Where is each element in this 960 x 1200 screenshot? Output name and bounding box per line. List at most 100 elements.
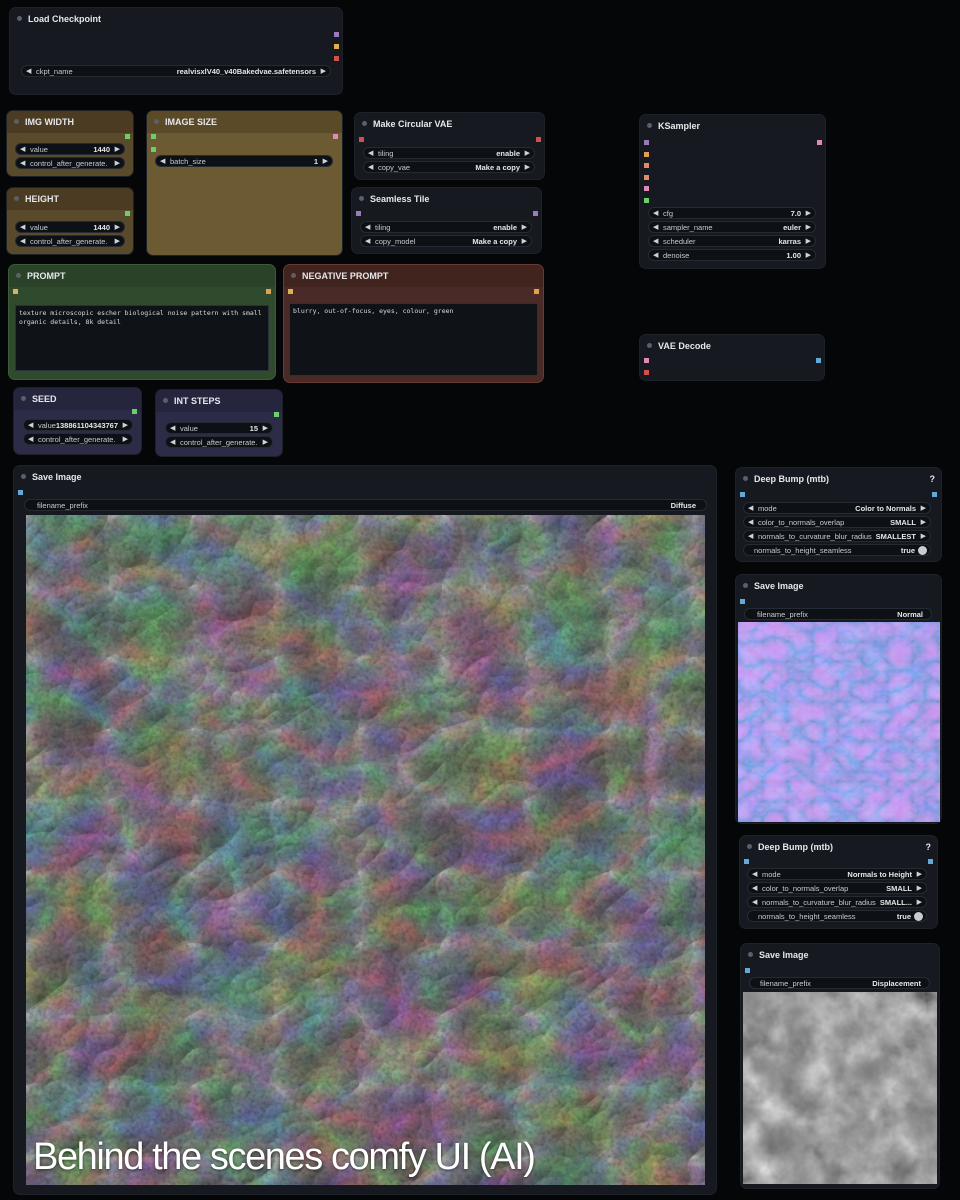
input-latent-dot[interactable] (644, 186, 649, 191)
arrow-right-icon[interactable]: ▶ (917, 883, 922, 895)
filename-prefix-widget[interactable]: filename_prefix Normal (744, 608, 932, 620)
arrow-right-icon[interactable]: ▶ (123, 434, 128, 446)
color-to-normals-overlap-widget[interactable]: ◀ color_to_normals_overlap SMALL ▶ (747, 882, 927, 894)
input-images-dot[interactable] (18, 490, 23, 495)
seed-node[interactable]: SEED ◀ value 138861104343767 ▶ ◀ control… (14, 388, 141, 454)
control-after-generate-widget[interactable]: ◀ control_after_generate. ▶ (23, 433, 133, 445)
arrow-right-icon[interactable]: ▶ (921, 517, 926, 529)
arrow-right-icon[interactable]: ▶ (806, 208, 811, 220)
arrow-right-icon[interactable]: ▶ (917, 897, 922, 909)
arrow-right-icon[interactable]: ▶ (921, 503, 926, 515)
arrow-right-icon[interactable]: ▶ (115, 144, 120, 156)
value-widget[interactable]: ◀ value 138861104343767 ▶ (23, 419, 133, 431)
arrow-right-icon[interactable]: ▶ (806, 250, 811, 262)
value-widget[interactable]: ◀ value 1440 ▶ (15, 143, 125, 155)
output-model-dot[interactable] (533, 211, 538, 216)
toggle-knob-icon[interactable] (914, 912, 923, 921)
negative-prompt-textarea[interactable]: blurry, out-of-focus, eyes, colour, gree… (289, 303, 538, 376)
input-image-dot[interactable] (744, 859, 749, 864)
output-image-dot[interactable] (932, 492, 937, 497)
normals-to-curvature-blur-radius-widget[interactable]: ◀ normals_to_curvature_blur_radius SMALL… (747, 896, 927, 908)
value-widget[interactable]: ◀ value 15 ▶ (165, 422, 273, 434)
arrow-right-icon[interactable]: ▶ (917, 869, 922, 881)
output-conditioning-dot[interactable] (266, 289, 271, 294)
deep-bump-node-1[interactable]: Deep Bump (mtb)? ◀ mode Color to Normals… (736, 468, 941, 561)
input-height-dot[interactable] (151, 147, 156, 152)
height-node[interactable]: HEIGHT ◀ value 1440 ▶ ◀ control_after_ge… (7, 188, 133, 254)
arrow-right-icon[interactable]: ▶ (806, 222, 811, 234)
cfg-widget[interactable]: ◀ cfg 7.0 ▶ (648, 207, 816, 219)
output-vae-dot[interactable] (536, 137, 541, 142)
load-checkpoint-node[interactable]: Load Checkpoint ◀ ckpt_name realvisxlV40… (10, 8, 342, 94)
help-icon[interactable]: ? (926, 836, 932, 858)
output-int-dot[interactable] (125, 211, 130, 216)
int-steps-node[interactable]: INT STEPS ◀ value 15 ▶ ◀ control_after_g… (156, 390, 282, 456)
save-image-normal-node[interactable]: Save Image filename_prefix Normal (736, 575, 941, 823)
arrow-right-icon[interactable]: ▶ (921, 531, 926, 543)
arrow-left-icon[interactable]: ◀ (748, 531, 753, 543)
output-latent-dot[interactable] (333, 134, 338, 139)
arrow-left-icon[interactable]: ◀ (365, 236, 370, 248)
arrow-left-icon[interactable]: ◀ (26, 66, 31, 78)
input-steps-dot[interactable] (644, 198, 649, 203)
input-negative-dot[interactable] (644, 175, 649, 180)
arrow-left-icon[interactable]: ◀ (160, 156, 165, 168)
normals-to-height-seamless-toggle[interactable]: normals_to_height_seamless true (743, 544, 931, 556)
copy-model-widget[interactable]: ◀ copy_model Make a copy ▶ (360, 235, 532, 247)
arrow-left-icon[interactable]: ◀ (28, 420, 33, 432)
input-positive-dot[interactable] (644, 163, 649, 168)
save-image-displacement-node[interactable]: Save Image filename_prefix Displacement (741, 944, 939, 1188)
output-int-dot[interactable] (132, 409, 137, 414)
output-image-dot[interactable] (816, 358, 821, 363)
arrow-left-icon[interactable]: ◀ (20, 144, 25, 156)
control-after-generate-widget[interactable]: ◀ control_after_generate. ▶ (165, 436, 273, 448)
input-vae-dot[interactable] (359, 137, 364, 142)
output-conditioning-dot[interactable] (534, 289, 539, 294)
scheduler-widget[interactable]: ◀ scheduler karras ▶ (648, 235, 816, 247)
output-int-dot[interactable] (125, 134, 130, 139)
denoise-widget[interactable]: ◀ denoise 1.00 ▶ (648, 249, 816, 261)
arrow-right-icon[interactable]: ▶ (321, 66, 326, 78)
input-clip-dot[interactable] (288, 289, 293, 294)
arrow-right-icon[interactable]: ▶ (525, 162, 530, 174)
input-model-dot[interactable] (644, 140, 649, 145)
img-width-node[interactable]: IMG WIDTH ◀ value 1440 ▶ ◀ control_after… (7, 111, 133, 176)
input-model-dot[interactable] (356, 211, 361, 216)
arrow-right-icon[interactable]: ▶ (115, 236, 120, 248)
input-samples-dot[interactable] (644, 358, 649, 363)
arrow-right-icon[interactable]: ▶ (522, 222, 527, 234)
output-int-dot[interactable] (274, 412, 279, 417)
arrow-left-icon[interactable]: ◀ (20, 158, 25, 170)
arrow-right-icon[interactable]: ▶ (522, 236, 527, 248)
filename-prefix-widget[interactable]: filename_prefix Diffuse (24, 499, 707, 511)
output-model-dot[interactable] (334, 32, 339, 37)
arrow-right-icon[interactable]: ▶ (115, 158, 120, 170)
input-seed-dot[interactable] (644, 152, 649, 157)
arrow-right-icon[interactable]: ▶ (115, 222, 120, 234)
control-after-generate-widget[interactable]: ◀ control_after_generate. ▶ (15, 157, 125, 169)
sampler-name-widget[interactable]: ◀ sampler_name euler ▶ (648, 221, 816, 233)
deep-bump-node-2[interactable]: Deep Bump (mtb)? ◀ mode Normals to Heigh… (740, 836, 937, 928)
arrow-left-icon[interactable]: ◀ (748, 503, 753, 515)
arrow-right-icon[interactable]: ▶ (263, 423, 268, 435)
arrow-right-icon[interactable]: ▶ (323, 156, 328, 168)
value-widget[interactable]: ◀ value 1440 ▶ (15, 221, 125, 233)
arrow-left-icon[interactable]: ◀ (368, 148, 373, 160)
input-width-dot[interactable] (151, 134, 156, 139)
batch-size-widget[interactable]: ◀ batch_size 1 ▶ (155, 155, 333, 167)
arrow-left-icon[interactable]: ◀ (752, 883, 757, 895)
arrow-right-icon[interactable]: ▶ (525, 148, 530, 160)
arrow-right-icon[interactable]: ▶ (806, 236, 811, 248)
input-images-dot[interactable] (745, 968, 750, 973)
seamless-tile-node[interactable]: Seamless Tile ◀ tiling enable ▶ ◀ copy_m… (352, 188, 541, 253)
make-circular-vae-node[interactable]: Make Circular VAE ◀ tiling enable ▶ ◀ co… (355, 113, 544, 179)
negative-prompt-node[interactable]: NEGATIVE PROMPT blurry, out-of-focus, ey… (284, 265, 543, 382)
prompt-textarea[interactable]: texture microscopic escher biological no… (15, 305, 269, 371)
save-image-diffuse-node[interactable]: Save Image filename_prefix Diffuse (14, 466, 716, 1194)
arrow-left-icon[interactable]: ◀ (748, 517, 753, 529)
arrow-left-icon[interactable]: ◀ (20, 222, 25, 234)
filename-prefix-widget[interactable]: filename_prefix Displacement (749, 977, 930, 989)
toggle-knob-icon[interactable] (918, 546, 927, 555)
arrow-right-icon[interactable]: ▶ (263, 437, 268, 449)
arrow-left-icon[interactable]: ◀ (170, 437, 175, 449)
